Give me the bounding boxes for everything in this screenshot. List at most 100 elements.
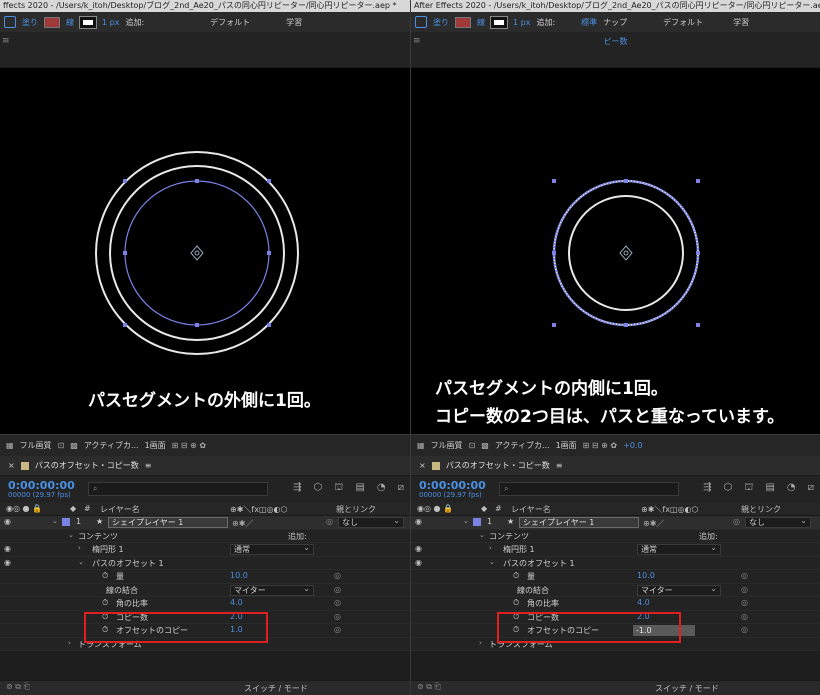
collapse-icon[interactable]: › <box>68 639 71 647</box>
expand-icon[interactable]: ⌄ <box>68 531 74 539</box>
expression-pickwhip-icon[interactable]: ◎ <box>334 598 341 607</box>
line-join-dropdown[interactable]: マイター <box>230 584 314 596</box>
contents-row[interactable]: ⌄ コンテンツ 追加: <box>411 529 820 543</box>
prop-miter-row[interactable]: ⏱ 角の比率 4.0 ◎ <box>0 597 410 611</box>
expression-pickwhip-icon[interactable]: ◎ <box>741 598 748 607</box>
expand-icon[interactable]: ⌄ <box>463 517 469 525</box>
ellipse-row[interactable]: ◉ › 楕円形 1 通常 <box>0 543 410 557</box>
layer-row[interactable]: ◉ ⌄ 1 ★ シェイプレイヤー 1 ⊕✱／ ◎ なし <box>411 516 820 530</box>
grid-icon[interactable]: ▦ <box>417 441 425 450</box>
eye-icon[interactable]: ◉ <box>415 558 422 567</box>
blend-mode-dropdown[interactable]: 通常 <box>230 543 314 555</box>
contents-row[interactable]: ⌄ コンテンツ 追加: <box>0 529 410 543</box>
add-button[interactable]: 追加: <box>699 531 718 542</box>
eye-icon[interactable]: ◉ <box>415 517 422 526</box>
expression-pickwhip-icon[interactable]: ◎ <box>334 612 341 621</box>
add-label[interactable]: 追加: <box>536 17 555 28</box>
layer-row[interactable]: ◉ ⌄ 1 ★ シェイプレイヤー 1 ⊕✱／ ◎ なし <box>0 516 410 530</box>
quality-dropdown[interactable]: フル画質 <box>431 440 463 451</box>
stroke-swatch[interactable] <box>490 15 508 29</box>
region-icon[interactable]: ⊡ <box>58 441 65 450</box>
expand-icon[interactable]: ⌄ <box>52 517 58 525</box>
layer-switches[interactable]: ⊕✱／ <box>232 518 253 529</box>
layer-name-column[interactable]: レイヤー名 <box>100 504 140 515</box>
graph-editor-icon[interactable]: ⧄ <box>808 482 814 495</box>
quality-dropdown[interactable]: フル画質 <box>20 440 52 451</box>
panel-tab-label[interactable]: ピー数 <box>411 36 820 47</box>
stopwatch-icon[interactable]: ⏱ <box>513 571 519 581</box>
layer-name[interactable]: シェイプレイヤー 1 <box>108 517 228 528</box>
anchor-tool-icon[interactable] <box>415 16 427 28</box>
stopwatch-icon[interactable]: ⏱ <box>513 598 519 608</box>
switch-mode-toggle[interactable]: スイッチ / モード <box>244 683 308 694</box>
stroke-width[interactable]: 1 px <box>102 18 119 27</box>
expression-pickwhip-icon[interactable]: ◎ <box>741 571 748 580</box>
eye-icon[interactable]: ◉ <box>4 558 11 567</box>
workspace-learn[interactable]: 学習 <box>286 17 302 28</box>
shy-icon[interactable]: ⛫ <box>334 482 343 495</box>
offset-path-row[interactable]: ◉ ⌄ パスのオフセット 1 <box>0 556 410 570</box>
expand-icon[interactable]: ⌄ <box>479 531 485 539</box>
offset-path-row[interactable]: ◉ ⌄ パスのオフセット 1 <box>411 556 820 570</box>
fill-swatch[interactable] <box>455 16 471 28</box>
composition-viewer[interactable]: パスセグメントの内側に1回。 コピー数の2つ目は、パスと重なっています。 <box>411 68 820 434</box>
collapse-icon[interactable]: › <box>479 639 482 647</box>
transparency-icon[interactable]: ▩ <box>481 441 489 450</box>
stroke-width[interactable]: 1 px <box>513 18 530 27</box>
prop-value[interactable]: 10.0 <box>637 571 655 580</box>
footer-icons[interactable]: ⊚ ⧉ ⎗ <box>6 682 30 692</box>
layer-switches[interactable]: ⊕✱／ <box>643 518 664 529</box>
prop-miter-row[interactable]: ⏱ 角の比率 4.0 ◎ <box>411 597 820 611</box>
collapse-icon[interactable]: › <box>489 544 492 552</box>
workspace-learn[interactable]: 学習 <box>733 17 749 28</box>
comp-flow-icon[interactable]: ⇶ <box>293 482 301 495</box>
view-layout-dropdown[interactable]: 1画面 <box>556 440 577 451</box>
layer-name-column[interactable]: レイヤー名 <box>511 504 551 515</box>
close-icon[interactable]: × <box>419 461 426 470</box>
search-input[interactable]: ⌕ <box>88 482 268 496</box>
footer-icons[interactable]: ⊚ ⧉ ⎗ <box>417 682 441 692</box>
parent-dropdown[interactable]: なし <box>338 516 404 528</box>
eye-icon[interactable]: ◉ <box>4 517 11 526</box>
eye-icon[interactable]: ◉ <box>4 544 11 553</box>
layer-label-color[interactable] <box>62 518 70 526</box>
prop-linejoin-row[interactable]: 線の結合 マイター ◎ <box>0 583 410 597</box>
timeline-tab[interactable]: × パスのオフセット・コピー数 ≡ <box>0 456 410 476</box>
camera-dropdown[interactable]: アクティブカ... <box>84 440 139 451</box>
draft3d-icon[interactable]: ⬡ <box>724 482 733 495</box>
expression-pickwhip-icon[interactable]: ◎ <box>334 571 341 580</box>
workspace-standard[interactable]: 標準 <box>581 17 597 28</box>
view-layout-dropdown[interactable]: 1画面 <box>145 440 166 451</box>
prop-value[interactable]: 4.0 <box>230 598 243 607</box>
workspace-snap[interactable]: ナップ <box>603 17 627 28</box>
exposure-value[interactable]: +0.0 <box>623 441 642 450</box>
anchor-tool-icon[interactable] <box>4 16 16 28</box>
tab-menu-icon[interactable]: ≡ <box>556 461 563 470</box>
stopwatch-icon[interactable]: ⏱ <box>102 598 108 608</box>
ellipse-row[interactable]: ◉ › 楕円形 1 通常 <box>411 543 820 557</box>
switch-mode-toggle[interactable]: スイッチ / モード <box>655 683 719 694</box>
line-join-dropdown[interactable]: マイター <box>637 584 721 596</box>
expression-pickwhip-icon[interactable]: ◎ <box>334 625 341 634</box>
workspace-default[interactable]: デフォルト <box>210 17 250 28</box>
timeline-tab[interactable]: × パスのオフセット・コピー数 ≡ <box>411 456 820 476</box>
prop-value[interactable]: 4.0 <box>637 598 650 607</box>
pickwhip-icon[interactable]: ◎ <box>733 517 740 526</box>
expression-pickwhip-icon[interactable]: ◎ <box>334 585 341 594</box>
tab-menu-icon[interactable]: ≡ <box>145 461 152 470</box>
expression-pickwhip-icon[interactable]: ◎ <box>741 585 748 594</box>
expand-icon[interactable]: ⌄ <box>78 558 84 566</box>
expression-pickwhip-icon[interactable]: ◎ <box>741 625 748 634</box>
viewer-options-icon[interactable]: ⊞ ⊟ ⊕ ✿ <box>172 441 206 450</box>
fill-swatch[interactable] <box>44 16 60 28</box>
shy-icon[interactable]: ⛫ <box>744 482 753 495</box>
workspace-default[interactable]: デフォルト <box>663 17 703 28</box>
parent-column[interactable]: 親とリンク <box>336 504 376 515</box>
prop-amount-row[interactable]: ⏱ 量 10.0 ◎ <box>411 570 820 584</box>
search-input[interactable]: ⌕ <box>499 482 679 496</box>
add-label[interactable]: 追加: <box>125 17 144 28</box>
frame-blend-icon[interactable]: ▤ <box>765 482 774 495</box>
expand-icon[interactable]: ⌄ <box>489 558 495 566</box>
transparency-icon[interactable]: ▩ <box>70 441 78 450</box>
draft3d-icon[interactable]: ⬡ <box>314 482 323 495</box>
